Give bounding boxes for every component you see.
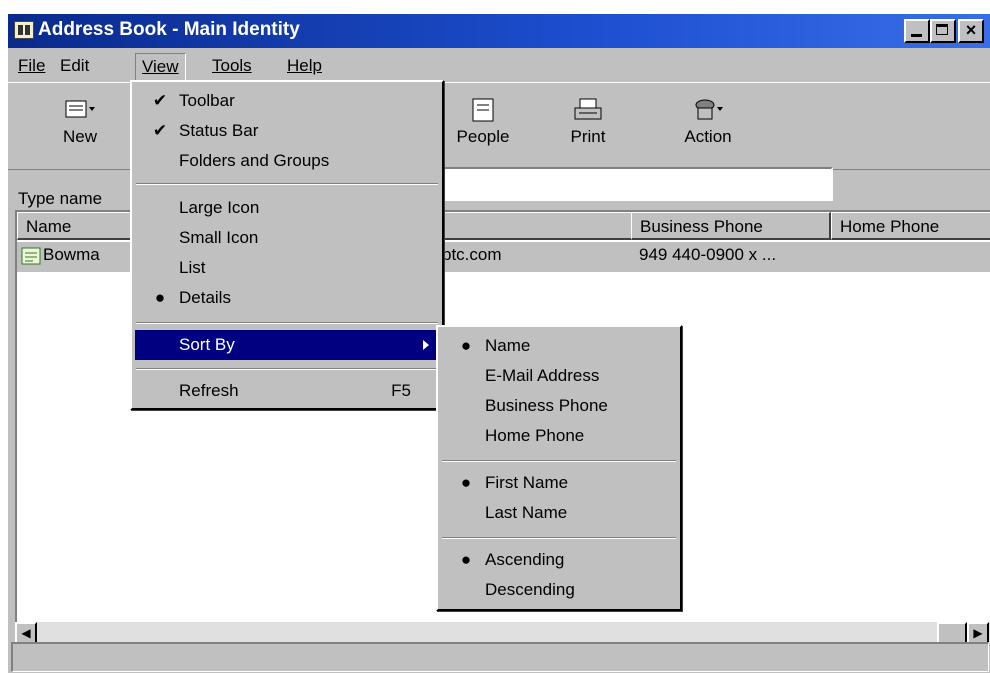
sort-by-submenu: ● Name E-Mail Address Business Phone Home… [436, 325, 682, 611]
menu-item-folders-and-groups[interactable]: Folders and Groups [135, 146, 439, 176]
print-button[interactable]: Print [558, 91, 618, 165]
contact-business-phone: 949 440-0900 x ... [639, 245, 777, 264]
bullet-icon: ● [460, 550, 472, 569]
printer-icon [574, 98, 602, 120]
bullet-icon: ● [460, 336, 472, 355]
menu-separator [442, 537, 676, 539]
action-button[interactable]: Action [668, 91, 748, 165]
people-label: People [456, 127, 510, 146]
bullet-icon: ● [154, 288, 166, 307]
menu-item-small-icon[interactable]: Small Icon [135, 223, 439, 253]
menu-item-status-bar[interactable]: ✔ Status Bar [135, 116, 439, 146]
menu-separator [136, 322, 438, 324]
menu-item-sort-business-phone[interactable]: Business Phone [441, 391, 677, 421]
title-bar[interactable]: Address Book - Main Identity × [8, 14, 990, 48]
menu-tools[interactable]: Tools [206, 53, 258, 79]
menu-item-details[interactable]: ● Details [135, 283, 439, 313]
horizontal-scrollbar[interactable]: ◀ ▶ [15, 622, 990, 644]
menu-item-sort-email[interactable]: E-Mail Address [441, 361, 677, 391]
search-input[interactable] [433, 167, 833, 201]
bullet-icon: ● [460, 473, 472, 492]
print-label: Print [570, 127, 606, 146]
refresh-shortcut: F5 [391, 381, 411, 400]
menu-item-list[interactable]: List [135, 253, 439, 283]
minimize-button[interactable] [904, 19, 930, 43]
menu-item-refresh[interactable]: Refresh F5 [135, 376, 439, 406]
menu-item-descending[interactable]: Descending [441, 575, 677, 605]
menu-separator [136, 183, 438, 185]
menu-edit[interactable]: Edit [54, 53, 95, 79]
menu-item-sort-by[interactable]: Sort By [135, 330, 439, 360]
search-label: Type name [18, 189, 103, 208]
contact-email: ptc.com [442, 245, 502, 264]
menu-item-first-name[interactable]: ● First Name [441, 468, 677, 498]
menu-separator [442, 460, 676, 462]
menu-file[interactable]: File [12, 53, 51, 79]
close-button[interactable]: × [958, 19, 984, 43]
scroll-left-button[interactable]: ◀ [15, 622, 37, 644]
action-label: Action [684, 127, 732, 146]
menu-item-sort-name[interactable]: ● Name [441, 331, 677, 361]
scroll-thumb[interactable] [937, 622, 967, 644]
column-business-phone[interactable]: Business Phone [631, 212, 831, 240]
menu-separator [136, 368, 438, 370]
check-icon: ✔ [152, 121, 168, 140]
view-menu: ✔ Toolbar ✔ Status Bar Folders and Groups … [130, 80, 444, 410]
scroll-right-button[interactable]: ▶ [967, 622, 989, 644]
menu-item-large-icon[interactable]: Large Icon [135, 193, 439, 223]
menu-item-ascending[interactable]: ● Ascending [441, 545, 677, 575]
new-contact-icon [65, 100, 95, 118]
menu-view[interactable]: View [135, 53, 186, 81]
contact-card-icon [21, 247, 41, 265]
find-people-button[interactable]: People [443, 91, 523, 165]
phone-icon [695, 99, 723, 120]
book-icon [472, 98, 494, 122]
contact-name: Bowma [43, 245, 100, 264]
window-title: Address Book - Main Identity [38, 19, 300, 40]
maximize-button[interactable] [930, 19, 956, 43]
menu-help[interactable]: Help [281, 53, 328, 79]
menu-item-sort-home-phone[interactable]: Home Phone [441, 421, 677, 451]
column-home-phone[interactable]: Home Phone [831, 212, 990, 240]
address-book-icon [14, 21, 34, 39]
submenu-arrow-icon [423, 340, 429, 350]
menu-bar: File Edit View Tools Help [8, 50, 990, 82]
new-button[interactable]: New [48, 91, 112, 165]
menu-item-toolbar[interactable]: ✔ Toolbar [135, 86, 439, 116]
new-label: New [62, 127, 97, 146]
menu-item-last-name[interactable]: Last Name [441, 498, 677, 528]
status-bar [11, 642, 989, 672]
check-icon: ✔ [152, 91, 168, 110]
